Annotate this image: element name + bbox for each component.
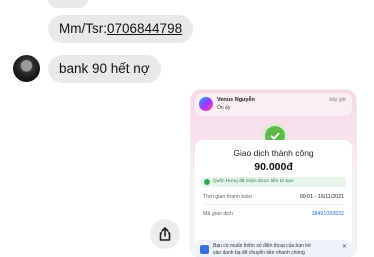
info-icon (204, 179, 210, 185)
message-text: bank 90 hết nợ (59, 61, 150, 76)
share-button[interactable] (150, 219, 180, 249)
message-bubble: bank 90 hết nợ (48, 55, 161, 83)
payment-screenshot[interactable]: Venus Nguyễn Ổn ấy bây giờ Giao dịch thà… (191, 90, 356, 257)
divider (203, 204, 344, 205)
transaction-id-row: Mã giao dịch 18491092832 (203, 211, 344, 217)
transaction-id-value[interactable]: 18491092832 (312, 211, 344, 217)
close-icon[interactable]: ✕ (342, 243, 347, 250)
recipient-info-text: Quốc Hưng đã nhận được tiền từ bạn (213, 179, 294, 184)
notification-sender: Venus Nguyễn (217, 97, 255, 103)
payment-time-label: Thời gian thanh toán (203, 194, 252, 200)
promo-banner[interactable]: Bạn có muốn thêm số điện thoại của bạn b… (195, 240, 352, 257)
contacts-icon (200, 245, 209, 254)
transaction-status: Giao dịch thành công (233, 148, 314, 158)
recipient-info-strip: Quốc Hưng đã nhận được tiền từ bạn (201, 177, 346, 187)
notification-banner: Venus Nguyễn Ổn ấy bây giờ (195, 93, 352, 116)
messenger-icon (199, 97, 213, 111)
promo-line-2: vào danh bạ để chuyển tiền nhanh chóng (213, 250, 305, 256)
account-prefix: Mm/Tsr: (59, 21, 107, 36)
notification-subtitle: Ổn ấy (217, 105, 231, 111)
phone-number-link[interactable]: 0706844798 (107, 21, 182, 36)
promo-line-1: Bạn có muốn thêm số điện thoại của bạn b… (213, 243, 311, 249)
payment-time-row: Thời gian thanh toán 09:01 - 16/11/2021 (203, 194, 344, 200)
share-icon (159, 227, 171, 241)
account-message-bubble: Mm/Tsr:0706844798 (48, 15, 194, 43)
payment-time-value: 09:01 - 16/11/2021 (299, 194, 344, 200)
transaction-id-label: Mã giao dịch (203, 211, 234, 217)
notification-time: bây giờ (329, 97, 346, 103)
previous-message-bubble (48, 0, 88, 8)
avatar[interactable] (13, 55, 40, 82)
transaction-amount: 90.000đ (254, 161, 293, 173)
